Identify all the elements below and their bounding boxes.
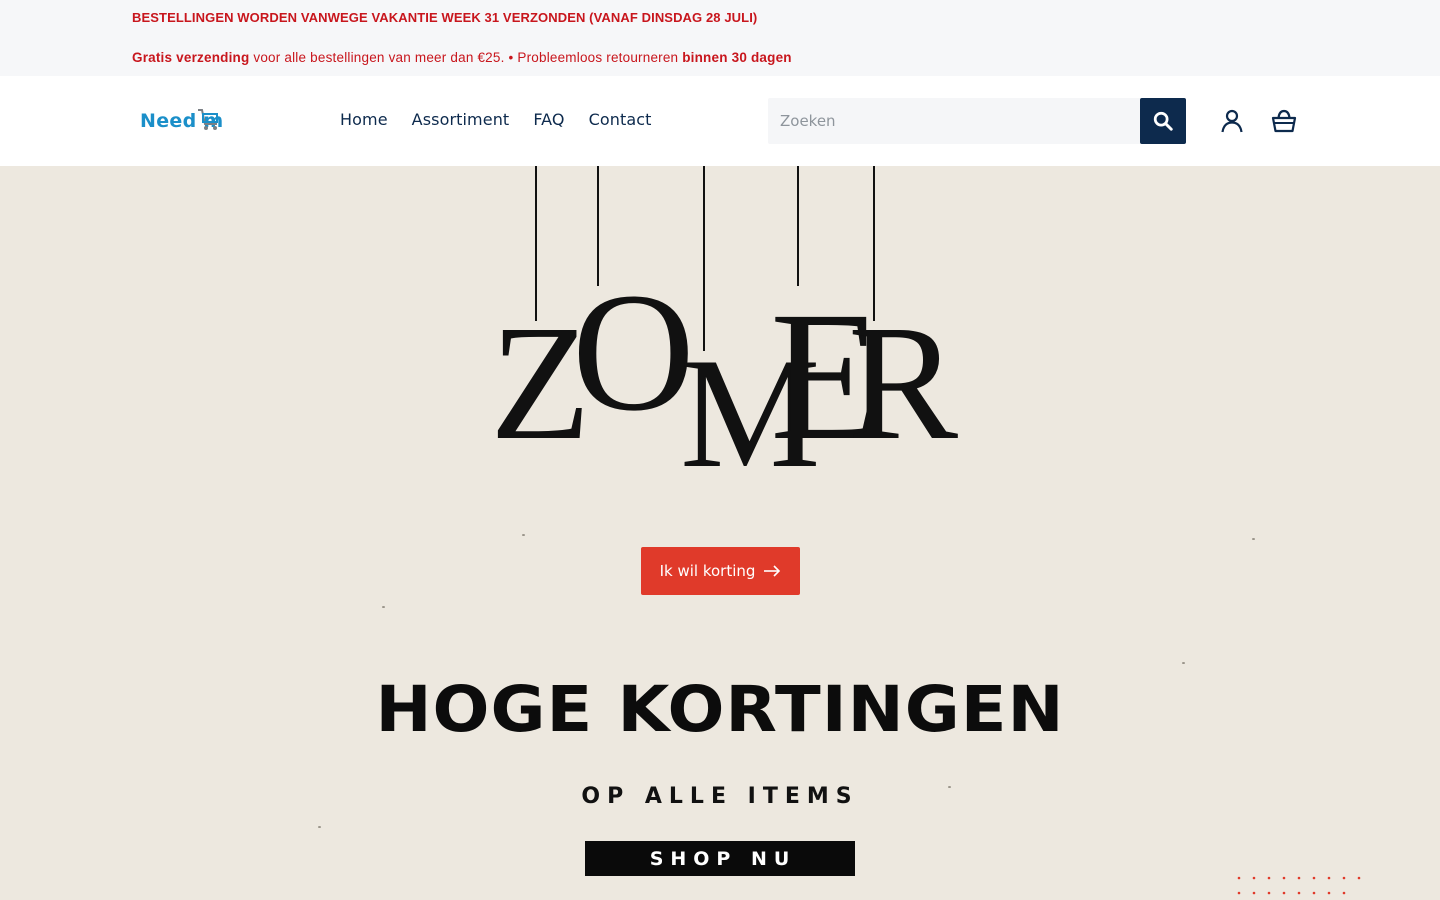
- zomer-letter-r: R: [848, 291, 958, 474]
- announcement-return-period: binnen 30 dagen: [682, 50, 792, 65]
- zomer-graphic: Z O M E R: [490, 166, 958, 486]
- paper-speck: [1252, 538, 1255, 540]
- paper-speck: [318, 826, 321, 828]
- decorative-dots: [1237, 876, 1361, 895]
- search-input[interactable]: [768, 98, 1140, 144]
- cart-button[interactable]: [1270, 107, 1298, 135]
- account-button[interactable]: [1218, 107, 1246, 135]
- paper-speck: [1182, 662, 1185, 664]
- hero-subline: OP ALLE ITEMS: [581, 784, 859, 809]
- announcement-benefits-text: voor alle bestellingen van meer dan €25.…: [249, 50, 683, 65]
- search-icon: [1153, 111, 1173, 131]
- basket-icon: [1271, 109, 1297, 133]
- search-button[interactable]: [1140, 98, 1186, 144]
- search-bar: [768, 98, 1186, 144]
- user-icon: [1221, 109, 1243, 133]
- cta-label: Ik wil korting: [659, 562, 756, 580]
- hero-headline: HOGE KORTINGEN: [375, 671, 1065, 747]
- logo-cart-icon: [198, 109, 218, 130]
- main-nav: Home Assortiment FAQ Contact: [340, 110, 652, 129]
- announcement-shipping-notice: BESTELLINGEN WORDEN VANWEGE VAKANTIE WEE…: [132, 10, 758, 25]
- announcement-free-shipping: Gratis verzending: [132, 50, 250, 65]
- nav-assortiment[interactable]: Assortiment: [412, 110, 510, 129]
- nav-contact[interactable]: Contact: [589, 110, 652, 129]
- nav-faq[interactable]: FAQ: [533, 110, 564, 129]
- site-header: Need m Home Assortiment FAQ Contact: [0, 76, 1440, 166]
- paper-speck: [522, 534, 525, 536]
- hero-banner: Z O M E R Ik wil korting HOGE KORTINGEN …: [0, 166, 1440, 900]
- zomer-letter-o: O: [572, 258, 695, 446]
- shop-now-button[interactable]: SHOP NU: [585, 841, 855, 876]
- nav-home[interactable]: Home: [340, 110, 388, 129]
- announcement-benefits: Gratis verzending voor alle bestellingen…: [132, 50, 792, 65]
- discount-cta-button[interactable]: Ik wil korting: [641, 547, 800, 595]
- site-logo[interactable]: Need m: [140, 104, 250, 136]
- paper-speck: [382, 606, 385, 608]
- arrow-right-icon: [764, 565, 781, 577]
- announcement-bar: BESTELLINGEN WORDEN VANWEGE VAKANTIE WEE…: [0, 0, 1440, 76]
